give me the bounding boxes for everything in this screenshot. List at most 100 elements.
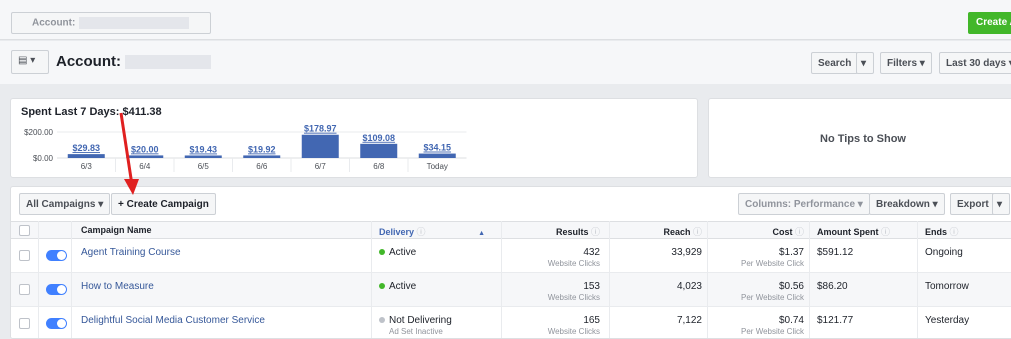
filters-button[interactable]: Filters ▾ [880, 52, 932, 74]
results-cell: 165 Website Clicks [548, 315, 600, 336]
bar-value-label: $20.00 [131, 144, 159, 154]
column-divider [38, 221, 39, 338]
ends-cell: Ongoing [925, 247, 963, 258]
cost-cell: $1.37 Per Website Click [741, 247, 804, 268]
campaign-name-link[interactable]: How to Measure [81, 281, 154, 292]
bar-value-label: $178.97 [304, 124, 337, 134]
cost-subtext: Per Website Click [741, 293, 804, 302]
x-tick-label: 6/6 [256, 162, 268, 171]
search-dropdown-icon[interactable]: ▾ [856, 52, 874, 74]
bar-value-label: $34.15 [423, 143, 451, 153]
x-tick-label: 6/5 [198, 162, 210, 171]
campaign-toggle[interactable] [46, 318, 67, 329]
header-amount-spent[interactable]: Amount Spent ⓘ [817, 225, 890, 238]
campaign-table: All Campaigns ▾ + Create Campaign Column… [10, 186, 1011, 339]
info-icon: ⓘ [949, 227, 959, 237]
delivery-status-text: Active [389, 247, 417, 258]
bar [301, 134, 339, 158]
status-dot-icon [379, 283, 385, 289]
results-value: 165 [583, 315, 600, 326]
y-tick-label: $0.00 [33, 154, 54, 163]
header-ends-label: Ends [925, 227, 948, 237]
reach-cell: 4,023 [676, 281, 702, 292]
x-tick-label: Today [427, 162, 448, 171]
column-divider [707, 221, 708, 338]
tips-panel: No Tips to Show [708, 98, 1011, 178]
y-tick-label: $200.00 [24, 128, 53, 137]
x-tick-label: 6/4 [139, 162, 151, 171]
create-campaign-button[interactable]: + Create Campaign [111, 193, 216, 215]
campaign-name-link[interactable]: Delightful Social Media Customer Service [81, 315, 265, 326]
results-cell: 153 Website Clicks [548, 281, 600, 302]
table-row[interactable]: How to Measure Active 153 Website Clicks … [11, 273, 1011, 307]
all-campaigns-dropdown[interactable]: All Campaigns ▾ [19, 193, 111, 215]
header-cost[interactable]: Cost ⓘ [772, 225, 804, 238]
cost-value: $0.74 [778, 315, 804, 326]
cost-subtext: Per Website Click [741, 327, 804, 336]
delivery-status: Active [379, 247, 416, 258]
header-results[interactable]: Results ⓘ [556, 225, 600, 238]
page-title: Account: [56, 53, 211, 70]
header-delivery[interactable]: Delivery ⓘ ▲ [379, 225, 485, 238]
sort-ascending-icon[interactable]: ▲ [478, 230, 485, 237]
bar-value-label: $19.92 [248, 144, 276, 154]
campaign-toggle[interactable] [46, 284, 67, 295]
status-dot-icon [379, 249, 385, 255]
account-selector[interactable]: Account: [11, 12, 211, 34]
header-delivery-label: Delivery [379, 227, 415, 237]
header-reach[interactable]: Reach ⓘ [663, 225, 702, 238]
account-selector-label: Account: [32, 17, 76, 29]
reach-cell: 33,929 [671, 247, 702, 258]
bar [67, 154, 105, 158]
delivery-status-text: Not Delivering [389, 315, 452, 326]
create-ad-button[interactable]: Create A [968, 12, 1011, 34]
select-all-checkbox[interactable] [19, 225, 30, 236]
search-button[interactable]: Search [811, 52, 859, 74]
column-divider [501, 221, 502, 338]
cost-cell: $0.74 Per Website Click [741, 315, 804, 336]
ends-cell: Yesterday [925, 315, 970, 326]
table-row[interactable]: Delightful Social Media Customer Service… [11, 307, 1011, 338]
info-icon: ⓘ [692, 227, 702, 237]
columns-dropdown[interactable]: Columns: Performance ▾ [738, 193, 870, 215]
cost-value: $1.37 [778, 247, 804, 258]
amount-spent-cell: $86.20 [817, 281, 848, 292]
row-checkbox[interactable] [19, 318, 30, 329]
x-tick-label: 6/7 [315, 162, 327, 171]
table-header: Campaign Name Delivery ⓘ ▲ Results ⓘ Rea… [11, 221, 1011, 239]
redacted-account-title [125, 55, 211, 70]
table-row[interactable]: Agent Training Course Active 432 Website … [11, 239, 1011, 273]
bar [184, 155, 222, 158]
info-icon: ⓘ [590, 227, 600, 237]
row-checkbox[interactable] [19, 284, 30, 295]
bar-value-label: $109.08 [362, 133, 395, 143]
header-cost-label: Cost [772, 227, 793, 237]
export-button[interactable]: Export [950, 193, 996, 215]
header-campaign-name[interactable]: Campaign Name [81, 225, 152, 235]
delivery-status-text: Active [389, 281, 417, 292]
bar [360, 143, 398, 158]
bar [126, 155, 164, 158]
column-divider [809, 221, 810, 338]
title-bar: ▤ ▾ Account: Search ▾ Filters ▾ Last 30 … [0, 41, 1011, 84]
campaign-name-link[interactable]: Agent Training Course [81, 247, 181, 258]
breakdown-dropdown[interactable]: Breakdown ▾ [869, 193, 945, 215]
page-title-label: Account: [56, 53, 121, 70]
spend-panel: Spent Last 7 Days: $411.38 $200.00 $0.00 $… [10, 98, 698, 178]
campaign-toggle[interactable] [46, 250, 67, 261]
header-ends[interactable]: Ends ⓘ [925, 225, 959, 238]
spend-chart: $200.00 $0.00 $29.83 6/3 $20.00 6/4 $19.43 6/5 $… [24, 124, 467, 172]
header-reach-label: Reach [663, 227, 691, 237]
date-range-button[interactable]: Last 30 days ▾ [939, 52, 1011, 74]
results-subtext: Website Clicks [547, 327, 600, 336]
status-dot-icon [379, 317, 385, 323]
reach-cell: 7,122 [676, 315, 702, 326]
menu-icon[interactable]: ▤ ▾ [11, 50, 49, 74]
export-dropdown-icon[interactable]: ▾ [992, 193, 1010, 215]
x-tick-label: 6/3 [81, 162, 93, 171]
results-value: 432 [583, 247, 600, 258]
row-checkbox[interactable] [19, 250, 30, 261]
cost-subtext: Per Website Click [741, 259, 804, 268]
ends-cell: Tomorrow [925, 281, 969, 292]
bar-value-label: $19.43 [189, 144, 217, 154]
